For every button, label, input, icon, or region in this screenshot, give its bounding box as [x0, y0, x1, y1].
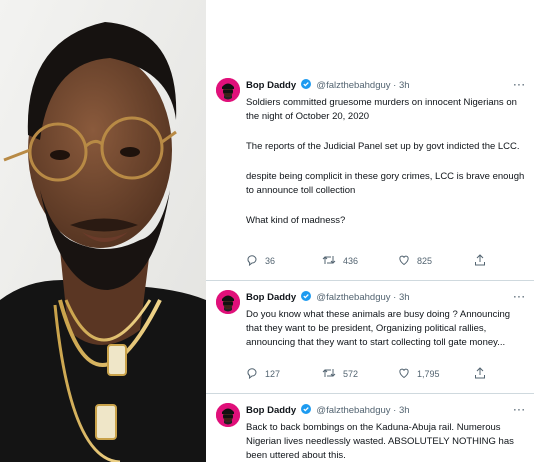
handle[interactable]: @falzthebahdguy [316, 405, 390, 416]
like-button[interactable]: 825 [398, 254, 432, 268]
verified-badge-icon [300, 291, 311, 301]
more-icon[interactable]: ··· [514, 403, 527, 419]
like-count: 1,795 [417, 369, 440, 379]
reply-button[interactable]: 127 [246, 367, 280, 381]
share-button[interactable] [474, 254, 493, 268]
more-icon[interactable]: ··· [514, 290, 527, 306]
reply-count: 36 [265, 256, 276, 266]
reply-icon [247, 368, 257, 379]
verified-badge-icon [300, 404, 311, 414]
more-icon[interactable]: ··· [514, 78, 527, 94]
display-name[interactable]: Bop Daddy [246, 292, 296, 303]
tweet-header: Bop Daddy @falzthebahdguy · 3h ··· [246, 403, 526, 419]
reply-icon [247, 255, 257, 266]
avatar[interactable] [216, 290, 240, 314]
like-count: 825 [417, 256, 433, 266]
tweet-actions: 127 572 1,795 [246, 367, 516, 381]
tweet[interactable]: Bop Daddy @falzthebahdguy · 3h ··· Soldi… [206, 0, 534, 280]
retweet-count: 436 [343, 256, 359, 266]
display-name[interactable]: Bop Daddy [246, 405, 296, 416]
tweet-paragraph: Do you know what these animals are busy … [246, 309, 511, 348]
tweet-header: Bop Daddy @falzthebahdguy · 3h ··· [246, 290, 526, 306]
share-button[interactable] [474, 367, 493, 381]
timestamp[interactable]: 3h [399, 292, 410, 303]
tweet-feed: Bop Daddy @falzthebahdguy · 3h ··· Soldi… [206, 0, 534, 462]
share-icon [475, 254, 485, 266]
tweet[interactable]: Bop Daddy @falzthebahdguy · 3h ··· Back … [206, 394, 534, 462]
reply-count: 127 [265, 369, 281, 379]
display-name[interactable]: Bop Daddy [246, 80, 296, 91]
tweet-text: Do you know what these animals are busy … [246, 308, 528, 350]
tweet-paragraph: What kind of madness? [246, 215, 346, 226]
tweet[interactable]: Bop Daddy @falzthebahdguy · 3h ··· Do yo… [206, 281, 534, 393]
tweet-actions: 36 436 825 [246, 254, 516, 268]
tweet-text: Back to back bombings on the Kaduna-Abuj… [246, 421, 528, 463]
retweet-button[interactable]: 572 [322, 367, 358, 381]
retweet-icon [322, 369, 336, 377]
retweet-button[interactable]: 436 [322, 254, 358, 268]
retweet-count: 572 [343, 369, 359, 379]
tweet-paragraph: despite being complicit in these gory cr… [246, 171, 525, 196]
like-icon [399, 368, 409, 379]
share-icon [475, 367, 485, 379]
reply-button[interactable]: 36 [246, 254, 275, 268]
like-button[interactable]: 1,795 [398, 367, 440, 381]
handle[interactable]: @falzthebahdguy [316, 80, 390, 91]
avatar[interactable] [216, 78, 240, 102]
tweet-paragraph: Soldiers committed gruesome murders on i… [246, 97, 517, 122]
portrait-photo [0, 0, 206, 462]
tweet-paragraph: Back to back bombings on the Kaduna-Abuj… [246, 422, 514, 461]
tweet-text: Soldiers committed gruesome murders on i… [246, 96, 528, 228]
timestamp[interactable]: 3h [399, 405, 410, 416]
tweet-paragraph: The reports of the Judicial Panel set up… [246, 141, 520, 152]
timestamp[interactable]: 3h [399, 80, 410, 91]
avatar[interactable] [216, 403, 240, 427]
like-icon [399, 255, 409, 266]
retweet-icon [322, 256, 336, 264]
handle[interactable]: @falzthebahdguy [316, 292, 390, 303]
tweet-header: Bop Daddy @falzthebahdguy · 3h ··· [246, 78, 526, 94]
verified-badge-icon [300, 79, 311, 89]
